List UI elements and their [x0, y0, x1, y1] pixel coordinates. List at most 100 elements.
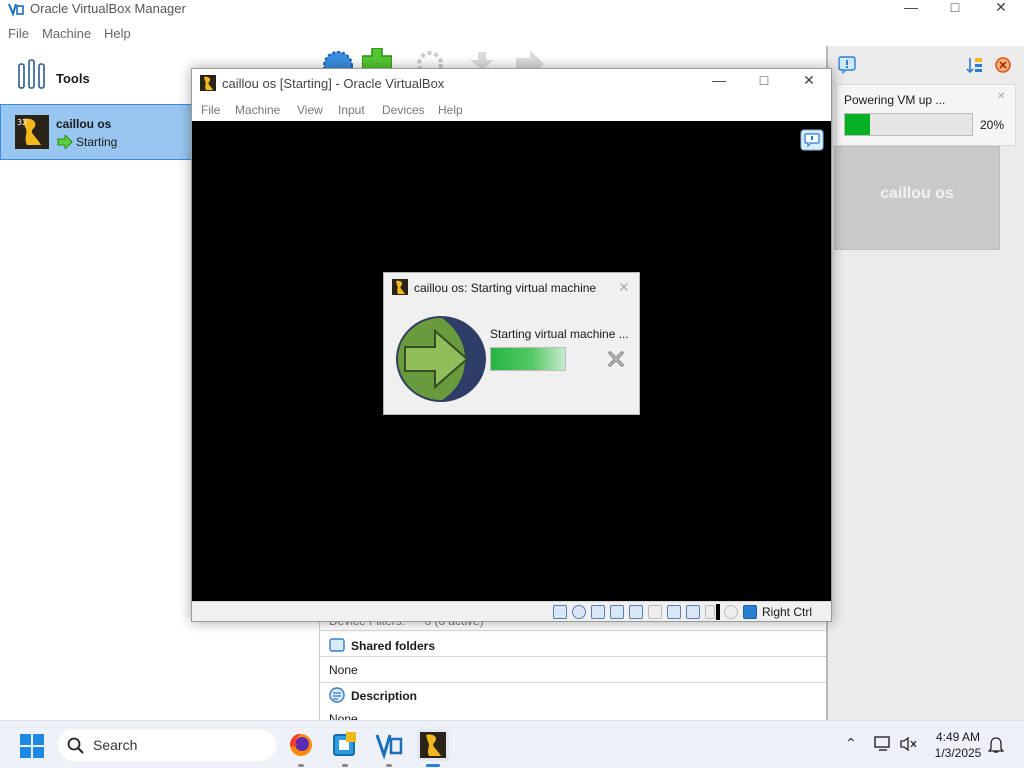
dialog-vm-icon: [392, 279, 408, 295]
vm-details-pane: Device Filters: 0 (0 active) Shared fold…: [319, 614, 827, 726]
manager-title: Oracle VirtualBox Manager: [30, 1, 186, 16]
starting-arrow-icon: [57, 135, 73, 149]
description-icon: [329, 687, 345, 703]
running-indicator: [298, 764, 304, 767]
shared-folders-header[interactable]: Shared folders: [329, 638, 435, 653]
vm-list-item-caillou-os[interactable]: 32 caillou os Starting: [0, 104, 192, 160]
virtualbox-box-icon: [333, 732, 356, 756]
dialog-title: caillou os: Starting virtual machine: [414, 281, 597, 295]
details-divider: [320, 630, 827, 631]
menu-machine[interactable]: Machine: [42, 26, 91, 41]
starting-vm-dialog: caillou os: Starting virtual machine ✕ S…: [383, 272, 640, 415]
powering-up-notification: Powering VM up ... ✕ 20%: [836, 84, 1016, 146]
display-icon[interactable]: [667, 605, 681, 619]
settings-icon[interactable]: [416, 50, 444, 70]
taskbar-clock[interactable]: 4:49 AM 1/3/2025: [930, 729, 986, 761]
vm-menu-file[interactable]: File: [201, 103, 220, 117]
menu-file[interactable]: File: [8, 26, 29, 41]
maximize-button[interactable]: □: [932, 0, 978, 18]
virtualbox-manager-taskbar-button[interactable]: [373, 729, 405, 767]
minimize-button[interactable]: —: [888, 0, 934, 18]
hard-disk-icon[interactable]: [553, 605, 567, 619]
add-vm-icon[interactable]: [362, 48, 392, 70]
vm-name: caillou os: [56, 117, 112, 131]
vm-notification-icon[interactable]: [800, 129, 824, 151]
svg-text:32: 32: [17, 118, 27, 127]
mouse-integration-icon[interactable]: [724, 605, 738, 619]
start-vm-arrow-icon: [396, 316, 486, 402]
vm-menu-help[interactable]: Help: [438, 103, 463, 117]
volume-muted-icon[interactable]: [900, 736, 918, 752]
search-icon: [67, 737, 84, 754]
vm-menu-input[interactable]: Input: [338, 103, 365, 117]
vm-preview-thumbnail: caillou os: [834, 146, 1000, 250]
active-indicator: [426, 764, 440, 767]
dialog-message: Starting virtual machine ...: [490, 327, 629, 341]
firefox-icon: [290, 733, 312, 756]
tools-item[interactable]: Tools: [0, 54, 192, 96]
vm-window-icon: [200, 75, 216, 91]
vm-menu-devices[interactable]: Devices: [382, 103, 425, 117]
description-header[interactable]: Description: [329, 687, 417, 703]
virtualbox-taskbar-button[interactable]: [329, 729, 361, 767]
vm-state: Starting: [76, 135, 118, 149]
network-icon[interactable]: [610, 605, 624, 619]
start-icon[interactable]: [514, 50, 544, 70]
recording-icon[interactable]: [686, 605, 700, 619]
notification-close-icon[interactable]: ✕: [997, 91, 1005, 102]
details-divider: [320, 682, 827, 683]
virtualbox-manager-icon: [375, 734, 403, 760]
vm-menu-view[interactable]: View: [297, 103, 323, 117]
menu-help[interactable]: Help: [104, 26, 131, 41]
network-status-icon[interactable]: [874, 736, 892, 752]
optical-drive-icon[interactable]: [572, 605, 586, 619]
running-indicator: [386, 764, 392, 767]
dialog-progress-fill: [491, 348, 565, 370]
host-key-label: Right Ctrl: [762, 605, 813, 619]
manager-titlebar[interactable]: Oracle VirtualBox Manager — □ ✕: [0, 0, 1024, 18]
vm-minimize-button[interactable]: —: [696, 73, 742, 91]
vm-close-button[interactable]: ✕: [786, 73, 832, 91]
discard-icon[interactable]: [468, 50, 496, 70]
shared-folders-status-icon[interactable]: [648, 605, 662, 619]
vm-os-icon: 32: [15, 115, 49, 149]
preview-pane: Powering VM up ... ✕ 20% caillou os: [826, 46, 1024, 720]
cancel-start-icon[interactable]: [608, 351, 624, 367]
manager-toolbar: [318, 44, 828, 70]
sort-icon[interactable]: [966, 56, 984, 74]
caillou-vm-taskbar-button[interactable]: [417, 729, 449, 767]
notification-progress-fill: [845, 114, 871, 135]
windows-start-icon[interactable]: [20, 734, 44, 758]
tools-icon: [18, 59, 45, 89]
host-key-icon[interactable]: [743, 605, 757, 619]
dialog-close-button[interactable]: ✕: [618, 279, 630, 296]
new-vm-icon[interactable]: [322, 48, 354, 70]
notification-progress-bar: [844, 113, 973, 136]
close-button[interactable]: ✕: [978, 0, 1024, 18]
notification-center-icon[interactable]: [838, 56, 856, 74]
audio-icon[interactable]: [591, 605, 605, 619]
machine-list-sidebar: Tools 32 caillou os Starting: [0, 50, 192, 720]
clock-time: 4:49 AM: [935, 730, 981, 744]
notification-progress-label: 20%: [980, 118, 1005, 132]
vm-window-title: caillou os [Starting] - Oracle VirtualBo…: [222, 76, 445, 91]
vm-statusbar: Right Ctrl: [192, 601, 831, 621]
vm-menu-machine[interactable]: Machine: [235, 103, 280, 117]
notifications-bell-icon[interactable]: [988, 736, 1004, 754]
clear-notifications-icon[interactable]: [994, 56, 1012, 74]
virtualbox-logo-icon: [8, 3, 24, 17]
caillou-vm-icon: [420, 732, 446, 758]
description-heading: Description: [351, 689, 418, 703]
notification-text: Powering VM up ...: [844, 93, 946, 107]
usb-icon[interactable]: [629, 605, 643, 619]
taskbar-search-box[interactable]: Search: [58, 729, 276, 761]
preview-vm-name: caillou os: [880, 185, 954, 202]
cpu-icon[interactable]: [705, 605, 715, 619]
shared-folders-heading: Shared folders: [351, 639, 436, 653]
firefox-taskbar-button[interactable]: [285, 729, 317, 767]
shared-folders-value: None: [329, 663, 358, 677]
dialog-progress-bar: [490, 347, 566, 371]
vm-maximize-button[interactable]: □: [741, 73, 787, 91]
show-hidden-icons-chevron-icon[interactable]: ⌃: [845, 735, 857, 752]
search-label: Search: [93, 737, 138, 753]
